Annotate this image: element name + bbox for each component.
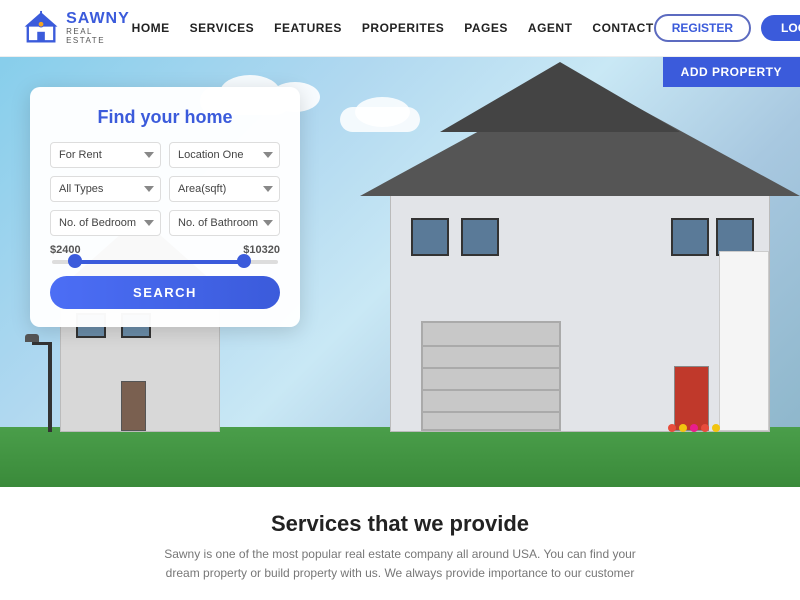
services-title: Services that we provide [40, 511, 760, 537]
range-thumb-right[interactable] [237, 254, 251, 268]
logo-text: SAWNY REAL ESTATE [66, 10, 132, 45]
nav-services[interactable]: SERVICES [190, 21, 254, 35]
search-card-title: Find your home [50, 107, 280, 128]
hero-grass [0, 427, 800, 487]
nav-agent[interactable]: AGENT [528, 21, 573, 35]
garage-line-2 [423, 367, 559, 369]
nav-properties[interactable]: PROPERITES [362, 21, 444, 35]
logo-tagline: REAL ESTATE [66, 28, 132, 46]
add-property-button[interactable]: ADD PROPERTY [663, 57, 800, 87]
range-thumb-left[interactable] [68, 254, 82, 268]
header: SAWNY REAL ESTATE HOME SERVICES FEATURES… [0, 0, 800, 57]
garage-door [421, 321, 561, 431]
lamp-pole [48, 342, 52, 432]
nav-pages[interactable]: PAGES [464, 21, 508, 35]
lamp-head [25, 334, 39, 342]
left-house-door [121, 381, 146, 431]
nav-features[interactable]: FEATURES [274, 21, 342, 35]
nav-home[interactable]: HOME [132, 21, 170, 35]
hero-section: ADD PROPERTY Find your home For Rent For… [0, 57, 800, 487]
rent-select[interactable]: For Rent For Sale [50, 142, 161, 168]
main-nav: HOME SERVICES FEATURES PROPERITES PAGES … [132, 21, 654, 35]
flower-2 [679, 424, 687, 432]
nav-contact[interactable]: CONTACT [592, 21, 653, 35]
bedroom-select[interactable]: No. of Bedroom 1 2 3 4+ [50, 210, 161, 236]
main-window-2 [461, 218, 499, 256]
logo-brand: SAWNY [66, 10, 132, 28]
flower-4 [701, 424, 709, 432]
garage-line-1 [423, 345, 559, 347]
register-button[interactable]: REGISTER [654, 14, 751, 42]
search-row-1: For Rent For Sale Location One Location … [50, 142, 280, 168]
services-section: Services that we provide Sawny is one of… [0, 487, 800, 593]
search-row-2: All Types House Apartment Villa Area(sqf… [50, 176, 280, 202]
main-window-3 [671, 218, 709, 256]
street-lamp [48, 342, 52, 432]
logo-icon [24, 10, 58, 46]
flower-5 [712, 424, 720, 432]
flower-1 [668, 424, 676, 432]
bathroom-select[interactable]: No. of Bathroom 1 2 3 4+ [169, 210, 280, 236]
price-range-slider[interactable] [50, 260, 280, 264]
main-house-body [390, 192, 770, 432]
porch [719, 251, 769, 431]
login-button[interactable]: LOGIN [761, 15, 800, 41]
range-track [52, 260, 278, 264]
header-buttons: REGISTER LOGIN [654, 14, 800, 42]
type-select[interactable]: All Types House Apartment Villa [50, 176, 161, 202]
house-main [360, 72, 780, 432]
search-card: Find your home For Rent For Sale Locatio… [30, 87, 300, 327]
garage-line-4 [423, 411, 559, 413]
main-roof-peak [440, 62, 680, 132]
location-select[interactable]: Location One Location Two Location Three [169, 142, 280, 168]
services-description: Sawny is one of the most popular real es… [150, 545, 650, 583]
lamp-arm [32, 342, 52, 345]
range-fill [75, 260, 245, 264]
search-row-3: No. of Bedroom 1 2 3 4+ No. of Bathroom … [50, 210, 280, 236]
price-max-label: $10320 [243, 244, 280, 256]
main-window-1 [411, 218, 449, 256]
flower-3 [690, 424, 698, 432]
area-select[interactable]: Area(sqft) 500-1000 1000-2000 2000+ [169, 176, 280, 202]
front-door [674, 366, 709, 431]
search-button[interactable]: SEARCH [50, 276, 280, 309]
garage-line-3 [423, 389, 559, 391]
logo: SAWNY REAL ESTATE [24, 10, 132, 46]
garden-flowers [668, 424, 720, 432]
